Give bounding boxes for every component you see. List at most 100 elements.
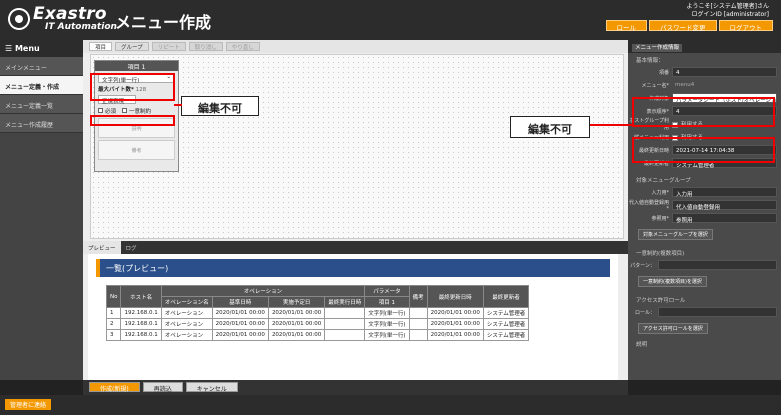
cell: 2020/01/01 00:00 — [211, 307, 269, 319]
order-field[interactable]: 4 — [672, 106, 777, 116]
target-label: 作成対象 — [648, 95, 669, 102]
sidebar-item-menu-history[interactable]: メニュー作成履歴 — [0, 114, 83, 133]
footer: 管理者に連絡 — [0, 395, 781, 415]
undo-button[interactable]: 取り消し — [188, 42, 223, 51]
vertical-check[interactable]: 利用する — [672, 133, 703, 141]
cell: 2020/01/01 00:00 — [426, 307, 484, 319]
access-heading: アクセス許可ロール — [636, 298, 686, 304]
sidebar-item-menu-list[interactable]: メニュー定義一覧 — [0, 95, 83, 114]
cell: 2020/01/01 00:00 — [426, 318, 484, 330]
hostgroup-use-label: 利用する — [681, 122, 704, 128]
cell: オペレーション — [160, 329, 213, 341]
hostgroup-check[interactable]: 利用する — [672, 120, 703, 128]
cancel-button[interactable]: キャンセル — [185, 382, 238, 393]
col-updater: 最終更新者 — [482, 285, 530, 308]
updater-label: 最終更新者 — [643, 160, 669, 167]
cell: 1 — [105, 307, 122, 319]
updater-row: 最終更新者 システム管理者 — [628, 158, 781, 169]
item-type-select[interactable]: 文字列(単一行) — [98, 73, 175, 84]
ref-group-value: 参照用 — [672, 213, 777, 224]
cell: システム管理者 — [482, 318, 530, 330]
vertical-label: 縦メニュー利用 — [633, 134, 669, 141]
regex-field[interactable]: 正規表現 — [98, 95, 136, 105]
max-bytes-label: 最大バイト数* — [98, 87, 134, 93]
col-last-exec: 最終実行日時 — [324, 296, 366, 308]
cell: オペレーション — [160, 318, 213, 330]
sidebar-item-menu-define[interactable]: メニュー定義・作成 — [0, 76, 83, 95]
cell: システム管理者 — [482, 329, 530, 341]
header-buttons: ロール パスワード変更 ログアウト — [605, 20, 773, 32]
cell: 2020/01/01 00:00 — [211, 318, 269, 330]
target-group-heading: 対象メニューグループ — [636, 178, 691, 184]
sub-group-row: 代入値自動登録用* 代入値自動登録用 — [628, 199, 781, 212]
select-unique-button[interactable]: 一意制約(複数項目)を選択 — [638, 276, 707, 287]
updated-value: 2021-07-14 17:04:38 — [672, 145, 777, 155]
max-bytes-value[interactable]: 128 — [136, 87, 147, 93]
item-no-label: 項番 — [658, 69, 669, 76]
description-field[interactable]: 説明 — [98, 118, 175, 138]
tab-preview[interactable]: プレビュー — [83, 241, 121, 254]
main-area: 項目 グループ リピート 取り消し やり直し 項目 1 文字列(単一行) 最大バ… — [83, 40, 628, 380]
group-parameter: パラメータ — [364, 285, 410, 297]
redo-button[interactable]: やり直し — [225, 42, 260, 51]
cell — [324, 318, 366, 330]
target-select[interactable]: パラメータシート（ホスト/オペレーション含む） — [672, 93, 777, 103]
group-operation: オペレーション — [160, 285, 366, 297]
menu-name-row: メニュー名* menu4 — [628, 80, 781, 90]
role-row: ロール： — [628, 307, 781, 317]
select-role-button[interactable]: アクセス許可ロールを選択 — [638, 323, 708, 334]
required-check[interactable]: 必須 — [98, 107, 116, 115]
role-button[interactable]: ロール — [605, 20, 647, 32]
header: Exastro IT Automation メニュー作成 ようこそ[システム管理… — [0, 0, 781, 40]
arrow-right-icon — [590, 124, 632, 126]
item-box[interactable]: 項目 1 文字列(単一行) 最大バイト数* 128 正規表現 必須 一意制約 説… — [94, 60, 179, 172]
sub-group-label: 代入値自動登録用* — [628, 199, 669, 212]
menu-heading: ☰ Menu — [0, 40, 83, 57]
table-row: 3 192.168.0.1 オペレーション 2020/01/01 00:00 2020/… — [105, 329, 530, 341]
create-button[interactable]: 作成(新規) — [89, 382, 140, 393]
editor-toolbar: 項目 グループ リピート 取り消し やり直し — [83, 40, 628, 53]
required-checkbox-icon — [98, 108, 103, 113]
vertical-checkbox-icon — [672, 134, 678, 141]
menu-name-field[interactable]: menu4 — [672, 80, 777, 90]
hostgroup-checkbox-icon — [672, 121, 678, 128]
cell: 2020/01/01 00:00 — [426, 329, 484, 341]
password-change-button[interactable]: パスワード変更 — [649, 20, 717, 32]
cell: オペレーション — [160, 307, 213, 319]
select-group-button[interactable]: 対象メニューグループを選択 — [638, 229, 713, 240]
user-info: ようこそ[システム管理者]さん ログインID [administrator] — [686, 3, 769, 19]
hostgroup-label: ホストグループ利用 — [629, 118, 669, 131]
bottom-bar: 作成(新規) 再読込 キャンセル — [83, 380, 628, 395]
group-button[interactable]: グループ — [115, 42, 149, 51]
logo-sub: IT Automation — [45, 22, 117, 32]
editor-canvas[interactable]: 項目 1 文字列(単一行) 最大バイト数* 128 正規表現 必須 一意制約 説… — [90, 54, 624, 239]
vertical-use-label: 利用する — [681, 135, 704, 141]
item-title[interactable]: 項目 1 — [95, 61, 178, 71]
unique-label: 一意制約 — [129, 109, 152, 115]
unique-check[interactable]: 一意制約 — [122, 107, 151, 115]
updater-value: システム管理者 — [672, 158, 777, 169]
sub-group-value: 代入値自動登録用 — [672, 200, 777, 211]
memo-field[interactable]: 備考 — [98, 140, 175, 160]
unique-checkbox-icon — [122, 108, 128, 113]
col-host: ホスト名 — [120, 285, 162, 308]
menu-info-tab[interactable]: メニュー作成情報 — [628, 40, 781, 53]
ref-group-label: 参照用* — [651, 215, 669, 222]
sidebar: ☰ Menu メインメニュー メニュー定義・作成 メニュー定義一覧 メニュー作成… — [0, 40, 83, 380]
updated-row: 最終更新日時 2021-07-14 17:04:38 — [628, 145, 781, 155]
item-button[interactable]: 項目 — [89, 42, 113, 51]
repeat-button[interactable]: リピート — [151, 42, 186, 51]
contact-admin-button[interactable]: 管理者に連絡 — [5, 399, 52, 410]
cell — [324, 307, 366, 319]
exastro-logo-icon — [4, 4, 34, 34]
sidebar-item-main-menu[interactable]: メインメニュー — [0, 57, 83, 76]
cell — [408, 318, 428, 330]
page-title: メニュー作成 — [115, 13, 212, 32]
cell: 2020/01/01 00:00 — [267, 318, 326, 330]
callout-left: 編集不可 — [181, 96, 259, 116]
reload-button[interactable]: 再読込 — [142, 382, 183, 393]
unique-heading: 一意制約(複数項目) — [636, 251, 685, 257]
tab-log[interactable]: ログ — [121, 241, 142, 254]
logout-button[interactable]: ログアウト — [718, 20, 773, 32]
basic-info-heading: 基本情報： — [636, 58, 664, 64]
